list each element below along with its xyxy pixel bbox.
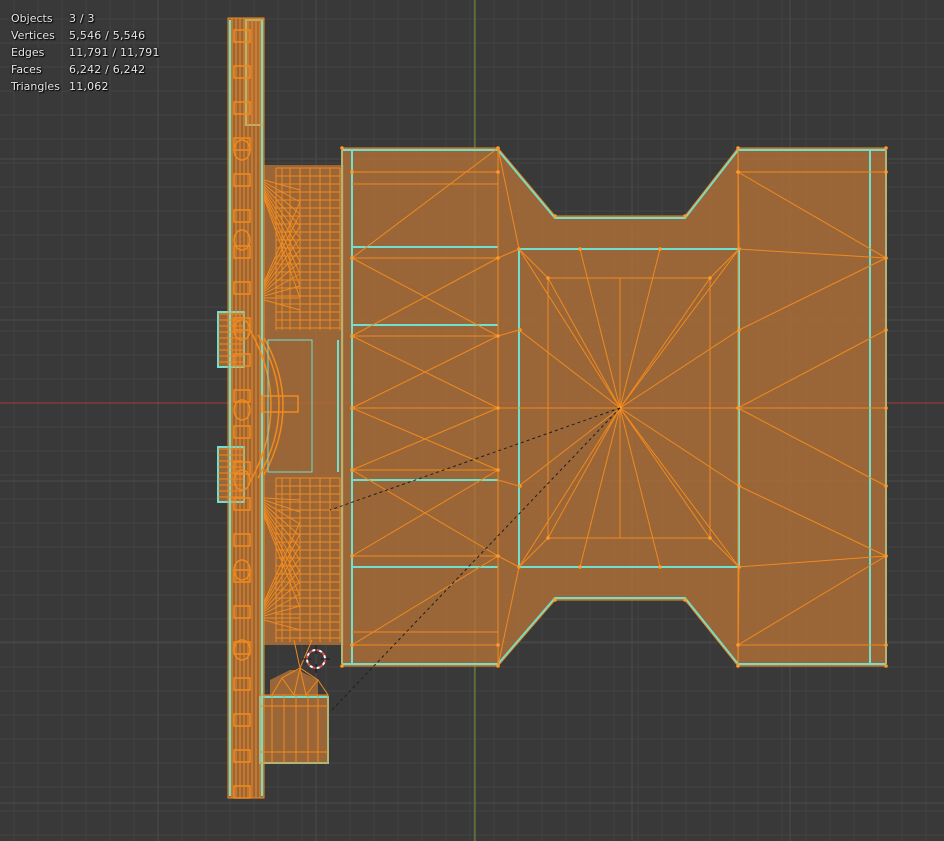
selected-mesh[interactable] xyxy=(217,17,888,799)
3d-viewport[interactable]: Objects 3 / 3 Vertices 5,546 / 5,546 Edg… xyxy=(0,0,944,841)
viewport-canvas[interactable] xyxy=(0,0,944,841)
